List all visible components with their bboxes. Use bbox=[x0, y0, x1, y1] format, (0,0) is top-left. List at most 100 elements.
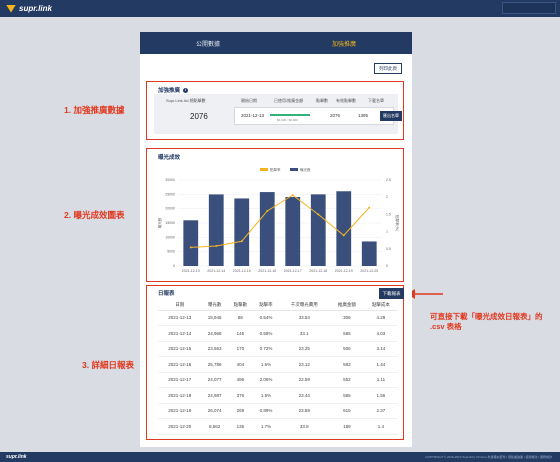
y-tick-label-right: 1.5 bbox=[386, 212, 391, 216]
tab-promotion[interactable]: 加強推廣 bbox=[276, 32, 412, 54]
table-cell: 0.54% bbox=[253, 310, 279, 326]
table-cell: 2021-12-13 bbox=[158, 310, 202, 326]
table-header-cell: 點擊數 bbox=[227, 301, 254, 311]
x-tick-label: 2021-12-20 bbox=[360, 269, 378, 273]
x-tick-label: 2021-12-13 bbox=[182, 269, 200, 273]
y-tick-label-left: 10000 bbox=[165, 235, 175, 239]
table-cell: 1.44 bbox=[363, 356, 398, 373]
chart-title: 曝光成效 bbox=[158, 155, 181, 161]
clicks-value: 2076 bbox=[330, 113, 341, 118]
info-icon[interactable]: i bbox=[183, 88, 189, 94]
table-cell: 2021-12-15 bbox=[158, 341, 202, 357]
footer-links[interactable]: COPYRIGHT © 2016-2022 Supr.link | Chrome… bbox=[425, 455, 552, 459]
y-tick-label-right: 1 bbox=[386, 230, 388, 234]
brand-logo[interactable]: supr.link bbox=[6, 3, 52, 14]
table-cell: 506 bbox=[329, 341, 364, 357]
y-tick-label-right: 0 bbox=[386, 264, 388, 268]
export-list-button[interactable]: 匯出名單 bbox=[380, 111, 402, 121]
table-row: 2021-12-16 25,786 404 1.6% 23.12 582 1.44 bbox=[158, 356, 398, 373]
table-row: 2021-12-17 24,077 496 2.06% 22.59 552 1.11 bbox=[158, 372, 398, 388]
label-budget: 已使用/推廣金額 bbox=[274, 98, 304, 103]
table-cell: 24,077 bbox=[201, 372, 228, 388]
table-cell: 33.1 bbox=[278, 325, 330, 342]
table-header-cell: 點擊成本 bbox=[363, 301, 398, 311]
table-cell: 8,562 bbox=[201, 418, 228, 435]
table-cell: 1.6% bbox=[253, 356, 279, 373]
table-cell: 2021-12-14 bbox=[158, 325, 202, 342]
table-cell: 33.54 bbox=[278, 310, 330, 326]
table-cell: 4.28 bbox=[363, 310, 398, 326]
table-cell: 306 bbox=[329, 310, 364, 326]
table-cell: 1.5% bbox=[253, 387, 279, 404]
line-point bbox=[266, 209, 269, 212]
table-cell: 23.12 bbox=[278, 356, 330, 373]
table-cell: 2.37 bbox=[363, 403, 398, 419]
daily-report-table: 日期 曝光數 點擊數 點擊率 千次曝光費用 推廣金額 點擊成本 2021-12-13 15,9… bbox=[158, 301, 398, 435]
y-tick-label-right: 2.5 bbox=[386, 178, 391, 182]
table-cell: 25,786 bbox=[201, 356, 228, 373]
x-tick-label: 2021-12-14 bbox=[207, 269, 225, 273]
download-report-button[interactable]: 下載報表 bbox=[379, 288, 404, 299]
line-point bbox=[215, 245, 218, 248]
account-menu[interactable] bbox=[502, 2, 556, 14]
table-cell: 86 bbox=[227, 310, 254, 326]
valid-clicks-value: 1395 bbox=[358, 113, 369, 118]
y-tick-label-left: 30000 bbox=[165, 178, 175, 182]
label-total-clicks: Supr.Link Ad 總點擊數 bbox=[166, 98, 206, 103]
bar bbox=[183, 220, 199, 266]
annotation-2: 2. 曝光成效圖表 bbox=[64, 210, 125, 220]
table-header-cell: 推廣金額 bbox=[329, 301, 364, 311]
x-tick-label: 2021-12-16 bbox=[258, 269, 276, 273]
line-point bbox=[317, 213, 320, 216]
label-clicks: 點擊數 bbox=[316, 98, 328, 103]
line-point bbox=[291, 194, 294, 197]
table-cell: 170 bbox=[227, 341, 254, 357]
summary-title: 加強推廣 i bbox=[158, 86, 189, 94]
table-cell: 404 bbox=[227, 356, 254, 373]
table-header-row: 日期 曝光數 點擊數 點擊率 千次曝光費用 推廣金額 點擊成本 bbox=[158, 301, 398, 311]
line-point bbox=[342, 234, 345, 237]
bar bbox=[285, 196, 301, 266]
table-row: 2021-12-13 15,945 86 0.54% 33.54 306 4.28 bbox=[158, 310, 398, 326]
table-cell: 585 bbox=[329, 387, 364, 404]
table-cell: 23.25 bbox=[278, 341, 330, 357]
table-row: 2021-12-20 8,562 136 1.7% 33.8 189 1.4 bbox=[158, 418, 398, 435]
table-cell: 26,074 bbox=[201, 403, 228, 419]
table-cell: 615 bbox=[329, 403, 364, 419]
daily-title: 日報表 bbox=[158, 291, 175, 297]
table-cell: 585 bbox=[329, 325, 364, 342]
table-cell: 1.11 bbox=[363, 372, 398, 388]
table-header-cell: 千次曝光費用 bbox=[278, 301, 330, 311]
table-cell: 23.59 bbox=[278, 403, 330, 419]
table-cell: 2021-12-17 bbox=[158, 372, 202, 388]
y-tick-label-left: 25000 bbox=[165, 192, 175, 196]
y-tick-label-left: 0 bbox=[173, 264, 175, 268]
logo-icon bbox=[6, 4, 16, 13]
table-cell: 23.44 bbox=[278, 387, 330, 404]
bar bbox=[310, 194, 326, 266]
table-row: 2021-12-18 24,987 376 1.5% 23.44 585 1.56 bbox=[158, 387, 398, 404]
tab-bar: 公開數據 加強推廣 bbox=[140, 32, 412, 54]
table-cell: 0.58% bbox=[253, 325, 279, 342]
bar bbox=[361, 241, 377, 266]
tab-public-data[interactable]: 公開數據 bbox=[140, 32, 276, 54]
table-cell: 552 bbox=[329, 372, 364, 388]
print-page-button[interactable]: 列印此頁 bbox=[374, 63, 402, 74]
y-tick-label-right: 2 bbox=[386, 195, 388, 199]
legend-label-clickrate: 點擊率 bbox=[270, 167, 281, 172]
table-cell: 376 bbox=[227, 387, 254, 404]
table-body: 2021-12-13 15,945 86 0.54% 33.54 306 4.28 2021-… bbox=[158, 310, 398, 435]
y-axis-label-right: 點擊率(%) bbox=[395, 215, 400, 231]
table-cell: 3.14 bbox=[363, 341, 398, 357]
footer-brand: supr.link bbox=[6, 454, 27, 460]
brand-name: supr.link bbox=[19, 4, 52, 13]
x-tick-label: 2021-12-19 bbox=[335, 269, 353, 273]
summary-strip: 2021-12-13 $6,000 / $6,000 2076 1395 匯出名… bbox=[234, 107, 402, 125]
x-tick-label: 2021-12-17 bbox=[284, 269, 302, 273]
bar bbox=[336, 191, 352, 266]
x-tick-label: 2021-12-18 bbox=[309, 269, 327, 273]
label-start-date: 開始日期 bbox=[241, 98, 257, 103]
label-valid-clicks: 有效點擊數 bbox=[336, 98, 356, 103]
y-tick-label-left: 20000 bbox=[165, 207, 175, 211]
table-header-cell: 日期 bbox=[158, 301, 202, 311]
